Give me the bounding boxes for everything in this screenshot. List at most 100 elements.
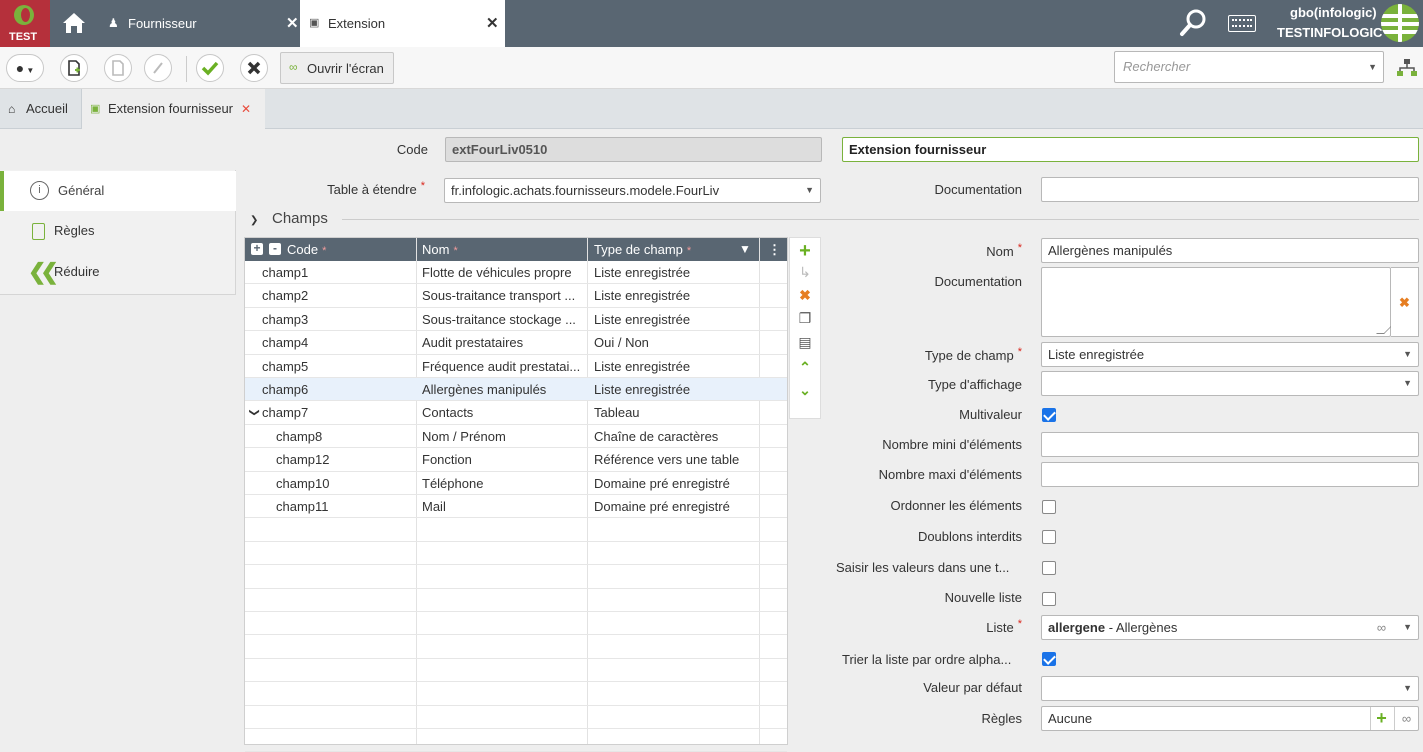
table-row[interactable]: champ2 Sous-traitance transport ... Liste …: [245, 284, 787, 308]
cancel-button[interactable]: [240, 54, 268, 82]
ordonner-checkbox[interactable]: [1042, 500, 1056, 514]
add-row-icon[interactable]: +: [790, 241, 820, 263]
paste-icon[interactable]: ▤: [790, 334, 820, 356]
clear-documentation-button[interactable]: ✖: [1391, 267, 1419, 337]
tab-extension-close[interactable]: ✕: [486, 0, 499, 47]
max-field[interactable]: [1041, 462, 1419, 487]
table-row[interactable]: champ6 Allergènes manipulés Liste enregist…: [245, 378, 787, 402]
table-row[interactable]: champ1 Flotte de véhicules propre Liste en…: [245, 261, 787, 285]
table-row[interactable]: champ10 Téléphone Domaine pré enregistré: [245, 472, 787, 495]
extension-icon: ▣: [90, 103, 101, 115]
column-header-nom[interactable]: Nom *: [422, 238, 458, 261]
copy-icon[interactable]: ❐: [790, 310, 820, 332]
sidebar-item-regles[interactable]: Règles: [0, 211, 236, 251]
cell-code: champ11: [276, 499, 329, 514]
column-header-type[interactable]: Type de champ *: [594, 238, 691, 261]
search-icon[interactable]: [1176, 6, 1210, 40]
validate-button[interactable]: [196, 54, 224, 82]
add-child-icon[interactable]: ↳: [790, 264, 820, 286]
collapse-all-icon[interactable]: -: [269, 242, 281, 255]
cell-code: champ12: [276, 452, 330, 468]
cell-nom: Fonction: [422, 452, 472, 468]
more-options-icon[interactable]: ⋮: [768, 238, 781, 261]
saisir-checkbox[interactable]: [1042, 561, 1056, 575]
tab-extension[interactable]: ▣ Extension ✕: [300, 0, 505, 47]
regles-field[interactable]: Aucune + ∞: [1041, 706, 1419, 731]
trier-checkbox[interactable]: [1042, 652, 1056, 666]
type-select[interactable]: Liste enregistrée ▼: [1041, 342, 1419, 367]
close-icon[interactable]: ✕: [241, 89, 251, 129]
min-field[interactable]: [1041, 432, 1419, 457]
section-toggle[interactable]: ❯: [250, 210, 262, 226]
table-row[interactable]: champ5 Fréquence audit prestatai... Liste …: [245, 355, 787, 378]
expand-all-icon[interactable]: +: [251, 242, 263, 255]
table-select[interactable]: fr.infologic.achats.fournisseurs.modele.…: [444, 178, 821, 203]
company-name[interactable]: TESTINFOLOGIC: [1277, 25, 1382, 40]
search-placeholder: Rechercher: [1123, 59, 1191, 74]
tab-fournisseur[interactable]: ♟ Fournisseur ✕: [100, 0, 300, 47]
app-logo[interactable]: TEST: [0, 0, 50, 47]
chevron-down-icon: ▼: [1403, 349, 1412, 359]
table-row[interactable]: champ11 Mail Domaine pré enregistré: [245, 495, 787, 519]
doublons-checkbox[interactable]: [1042, 530, 1056, 544]
delete-row-icon[interactable]: ✖: [790, 287, 820, 309]
empty-table-row: [245, 589, 787, 612]
tab-fournisseur-close[interactable]: ✕: [286, 0, 299, 47]
move-down-icon[interactable]: ⌄: [790, 382, 820, 404]
filter-icon[interactable]: ▼: [739, 238, 751, 261]
nom-label: Nom *: [880, 242, 1022, 259]
hierarchy-icon[interactable]: [1396, 57, 1418, 79]
cell-nom: Audit prestataires: [422, 335, 524, 351]
documentation-field[interactable]: [1041, 177, 1419, 202]
home-icon[interactable]: [60, 10, 88, 36]
defaut-select[interactable]: ▼: [1041, 676, 1419, 701]
env-label: TEST: [9, 31, 38, 43]
table-row[interactable]: ❯ champ7 Contacts Tableau: [245, 401, 787, 425]
search-input[interactable]: Rechercher ▼: [1114, 51, 1384, 83]
link-icon[interactable]: ∞: [1377, 616, 1386, 639]
table-row[interactable]: champ12 Fonction Référence vers une table: [245, 448, 787, 472]
liste-select[interactable]: allergene - Allergènes ∞ ▼: [1041, 615, 1419, 640]
chevron-down-icon: ▼: [1403, 378, 1412, 388]
tab-extension-fournisseur[interactable]: ▣ Extension fournisseur ✕: [82, 89, 265, 130]
add-rule-icon[interactable]: +: [1370, 707, 1392, 730]
table-row[interactable]: champ4 Audit prestataires Oui / Non: [245, 331, 787, 355]
tab-extension-fournisseur-label: Extension fournisseur: [108, 101, 234, 116]
table-row[interactable]: champ8 Nom / Prénom Chaîne de caractères: [245, 425, 787, 449]
liste-desc: - Allergènes: [1105, 620, 1178, 635]
tab-fournisseur-label: Fournisseur: [128, 16, 197, 31]
nouvelle-checkbox[interactable]: [1042, 592, 1056, 606]
detail-documentation-field[interactable]: [1041, 267, 1391, 337]
cell-nom: Fréquence audit prestatai...: [422, 358, 581, 374]
tab-accueil-label: Accueil: [26, 101, 68, 116]
title-field[interactable]: Extension fournisseur: [842, 137, 1419, 162]
code-label: Code: [396, 142, 428, 157]
new-document-button[interactable]: [60, 54, 88, 82]
column-header-code[interactable]: Code *: [287, 238, 326, 261]
affichage-select[interactable]: ▼: [1041, 371, 1419, 396]
table-row[interactable]: champ3 Sous-traitance stockage ... Liste e…: [245, 308, 787, 332]
action-menu-button[interactable]: ● ▼: [6, 54, 44, 82]
edit-button[interactable]: [144, 54, 172, 82]
move-up-icon[interactable]: ⌃: [790, 359, 820, 381]
multivaleur-checkbox[interactable]: [1042, 408, 1056, 422]
nom-field[interactable]: Allergènes manipulés: [1041, 238, 1419, 263]
keyboard-icon[interactable]: [1228, 15, 1256, 32]
copy-document-button[interactable]: [104, 54, 132, 82]
required-marker: *: [453, 245, 458, 257]
cell-type: Liste enregistrée: [594, 358, 691, 374]
link-icon[interactable]: ∞: [1394, 707, 1418, 730]
empty-table-row: [245, 612, 787, 636]
code-field: extFourLiv0510: [445, 137, 822, 162]
tab-accueil[interactable]: ⌂ Accueil: [0, 89, 82, 129]
cell-code: champ4: [262, 335, 309, 351]
sidebar-item-general[interactable]: i Général: [0, 171, 236, 211]
column-header-label: Code: [287, 242, 319, 257]
open-screen-button[interactable]: ∞ Ouvrir l'écran: [280, 52, 394, 84]
user-name[interactable]: gbo(infologic): [1290, 5, 1377, 20]
sidebar-item-reduire[interactable]: ❮❮ Réduire: [0, 252, 236, 292]
chevron-down-icon: ▼: [1368, 62, 1377, 72]
empty-table-row: [245, 729, 787, 752]
cell-code: champ5: [262, 358, 309, 374]
empty-table-row: [245, 635, 787, 659]
